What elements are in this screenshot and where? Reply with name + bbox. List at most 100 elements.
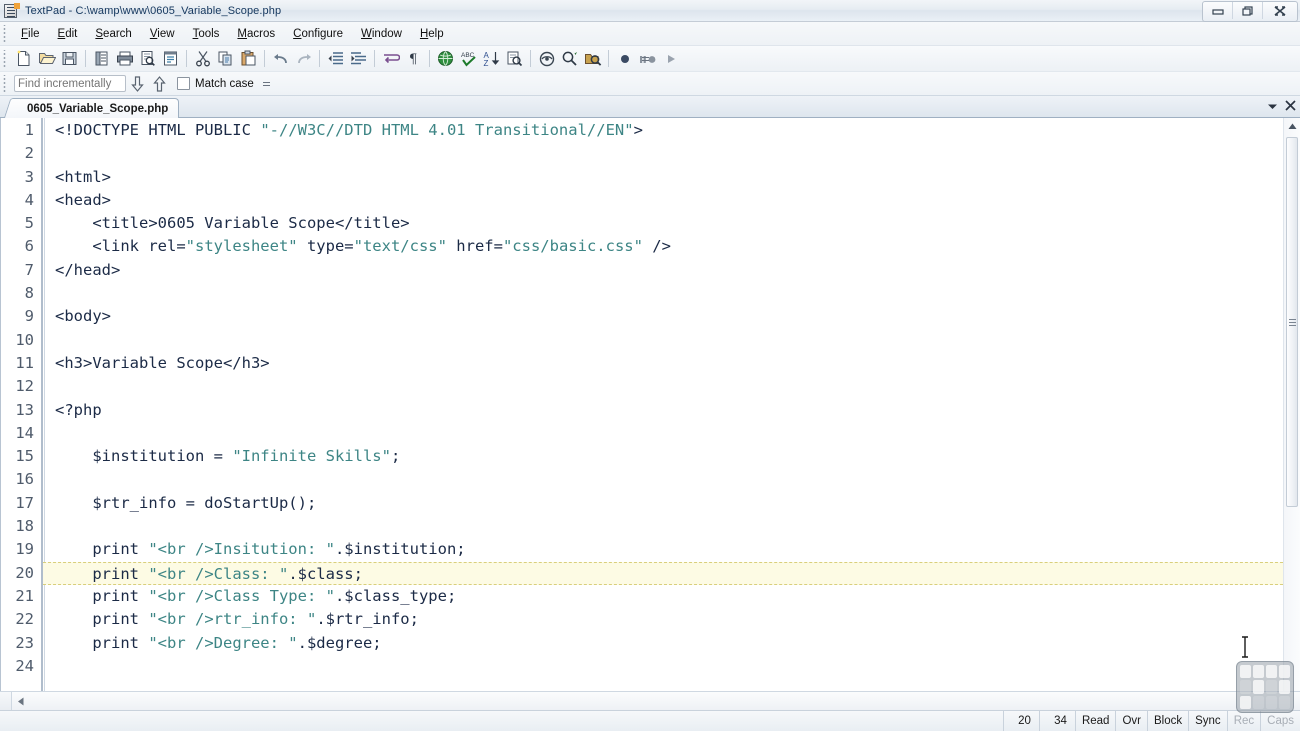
status-read-mode[interactable]: Read (1074, 711, 1116, 731)
document-tab[interactable]: 0605_Variable_Scope.php (14, 98, 180, 118)
line-number: 13 (15, 400, 34, 419)
paste-icon[interactable] (237, 48, 260, 70)
sort-icon[interactable]: AZ (480, 48, 503, 70)
word-wrap-icon[interactable] (379, 48, 402, 70)
restore-button[interactable] (1233, 2, 1263, 19)
toolbar-grip[interactable] (2, 49, 9, 68)
code-line[interactable]: <link rel="stylesheet" type="text/css" h… (55, 235, 1300, 258)
code-string-token: "<br />Class: " (148, 564, 289, 583)
code-line[interactable] (55, 468, 1300, 491)
open-file-icon[interactable] (35, 48, 58, 70)
vertical-scrollbar-thumb[interactable] (1286, 137, 1298, 507)
menu-help[interactable]: Help (411, 25, 453, 43)
find-up-icon[interactable] (148, 74, 170, 94)
close-button[interactable] (1263, 2, 1297, 19)
decrease-indent-icon[interactable] (324, 48, 347, 70)
code-line[interactable] (55, 422, 1300, 445)
status-bar: 20 34 Read Ovr Block Sync Rec Caps (0, 710, 1300, 731)
editor-area[interactable]: 1 2 3 4 5 6 7 8 9 10 11 12 13 14 15 16 17 18 19 20 21 22 23 24 … (0, 118, 1300, 691)
window-title: TextPad - C:\wamp\www\0605_Variable_Scop… (25, 4, 282, 17)
code-text-area[interactable]: <!DOCTYPE HTML PUBLIC "-//W3C//DTD HTML … (43, 118, 1300, 691)
main-toolbar: ¶ ABC AZ (0, 46, 1300, 72)
code-line[interactable]: print "<br />Degree: ".$degree; (55, 632, 1300, 655)
code-line[interactable] (55, 142, 1300, 165)
menu-macros[interactable]: Macros (228, 25, 284, 43)
new-file-icon[interactable] (12, 48, 35, 70)
code-line[interactable]: <html> (55, 166, 1300, 189)
code-line[interactable]: print "<br />Class Type: ".$class_type; (55, 585, 1300, 608)
code-line[interactable]: $institution = "Infinite Skills"; (55, 445, 1300, 468)
code-line-current[interactable]: print "<br />Class: ".$class; (43, 561, 1288, 585)
code-text-token: print (55, 564, 149, 583)
find-down-icon[interactable] (126, 74, 148, 94)
document-view-icon[interactable] (159, 48, 182, 70)
menu-window[interactable]: Window (352, 25, 411, 43)
menu-tools[interactable]: Tools (184, 25, 229, 43)
print-icon[interactable] (113, 48, 136, 70)
code-line[interactable] (55, 375, 1300, 398)
menu-file[interactable]: File (12, 25, 49, 43)
status-block-mode[interactable]: Block (1146, 711, 1188, 731)
toolbar-separator (374, 50, 375, 67)
code-line[interactable]: <?php (55, 399, 1300, 422)
menubar-grip[interactable] (2, 24, 9, 43)
status-overwrite-mode[interactable]: Ovr (1115, 711, 1147, 731)
status-sync-mode[interactable]: Sync (1188, 711, 1227, 731)
close-icon[interactable] (1285, 98, 1296, 116)
minimize-button[interactable] (1203, 2, 1233, 19)
cut-icon[interactable] (191, 48, 214, 70)
line-number: 7 (24, 260, 34, 279)
toolbar-separator (85, 50, 86, 67)
find-incrementally-input[interactable] (14, 75, 126, 92)
code-line[interactable]: print "<br />rtr_info: ".$rtr_info; (55, 608, 1300, 631)
clip-library-icon[interactable] (535, 48, 558, 70)
chevron-down-icon[interactable] (1267, 98, 1278, 116)
code-line[interactable] (55, 282, 1300, 305)
find-tool-icon[interactable] (581, 48, 604, 70)
code-line[interactable] (55, 329, 1300, 352)
play-macro-icon[interactable] (659, 48, 682, 70)
code-line[interactable]: <body> (55, 305, 1300, 328)
code-line[interactable]: </head> (55, 259, 1300, 282)
menu-configure[interactable]: Configure (284, 25, 352, 43)
findbar-overflow-button[interactable] (262, 81, 272, 87)
print-preview-icon[interactable] (136, 48, 159, 70)
copy-icon[interactable] (214, 48, 237, 70)
toolbar-overflow-button[interactable] (640, 47, 650, 71)
find-in-files-icon[interactable] (503, 48, 526, 70)
code-line[interactable]: print "<br />Insitution: ".$institution; (55, 538, 1300, 561)
redo-icon[interactable] (292, 48, 315, 70)
find-next-icon[interactable] (558, 48, 581, 70)
line-number: 3 (24, 167, 34, 186)
code-line[interactable]: <h3>Variable Scope</h3> (55, 352, 1300, 375)
code-text-token: .$class_type; (334, 586, 457, 605)
mouse-cursor-ibeam (1240, 636, 1250, 658)
menu-search[interactable]: Search (86, 25, 140, 43)
line-number: 2 (24, 144, 34, 163)
code-line[interactable]: <title>0605 Variable Scope</title> (55, 212, 1300, 235)
code-line[interactable] (55, 515, 1300, 538)
code-text-token: /> (642, 237, 671, 256)
vertical-scrollbar[interactable] (1283, 118, 1300, 691)
match-case-checkbox[interactable] (177, 77, 190, 90)
code-line[interactable]: <!DOCTYPE HTML PUBLIC "-//W3C//DTD HTML … (55, 119, 1300, 142)
code-line[interactable] (55, 655, 1300, 678)
scroll-up-button[interactable] (1284, 118, 1300, 135)
scroll-left-button[interactable] (12, 693, 29, 710)
code-line[interactable]: $rtr_info = doStartUp(); (55, 492, 1300, 515)
web-preview-icon[interactable] (434, 48, 457, 70)
record-macro-icon[interactable] (613, 48, 636, 70)
increase-indent-icon[interactable] (347, 48, 370, 70)
show-paragraph-marks-icon[interactable]: ¶ (402, 48, 425, 70)
menu-view[interactable]: View (141, 25, 184, 43)
findbar-grip[interactable] (2, 74, 9, 93)
code-line[interactable]: <head> (55, 189, 1300, 212)
save-file-icon[interactable] (58, 48, 81, 70)
horizontal-scrollbar[interactable] (0, 691, 1300, 710)
document-properties-icon[interactable] (90, 48, 113, 70)
spell-check-icon[interactable]: ABC (457, 48, 480, 70)
textpad-window: TextPad - C:\wamp\www\0605_Variable_Scop… (0, 0, 1300, 731)
menu-edit[interactable]: Edit (49, 25, 87, 43)
toolbar-separator (608, 50, 609, 67)
undo-icon[interactable] (269, 48, 292, 70)
